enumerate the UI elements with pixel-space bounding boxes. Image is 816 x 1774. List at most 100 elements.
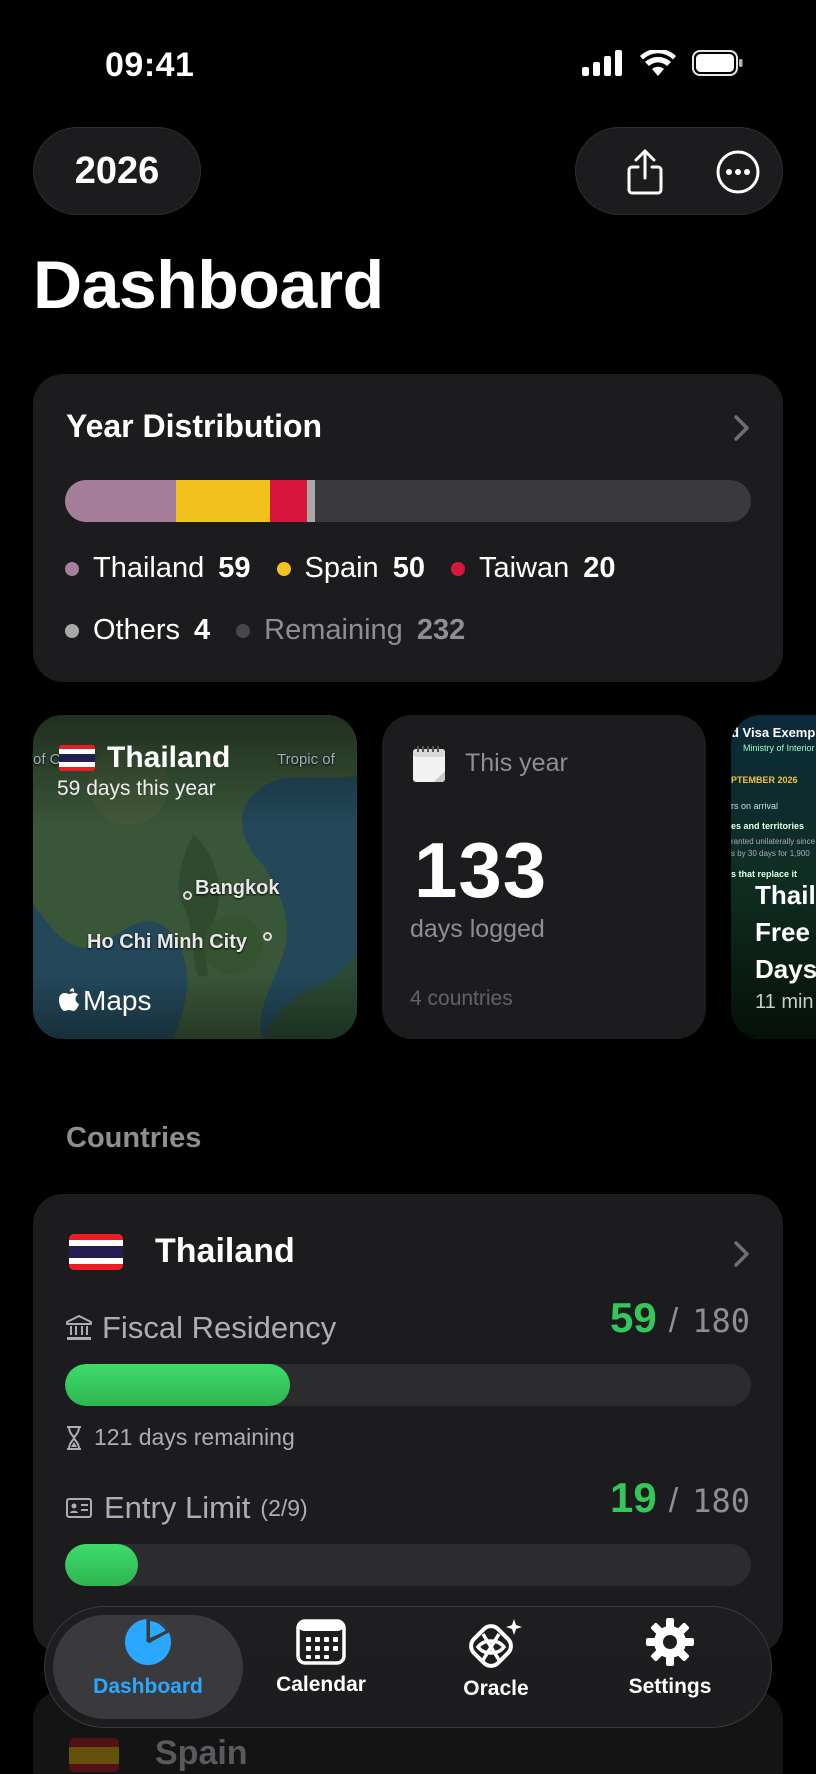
apple-maps-attribution: Maps — [59, 985, 151, 1017]
map-tile-header: Thailand — [59, 741, 230, 775]
country-name: Thailand — [155, 1232, 295, 1270]
map-label-tropic-right: Tropic of — [277, 751, 335, 768]
pie-chart-icon — [125, 1619, 171, 1665]
tab-bar: Dashboard Calendar Oracle Settings — [44, 1606, 772, 1728]
fiscal-limit: 180 — [692, 1302, 750, 1340]
city-marker — [183, 891, 192, 900]
oracle-sparkle-icon — [469, 1619, 522, 1668]
status-time: 09:41 — [105, 46, 195, 84]
legend-item-spain: Spain 50 — [276, 552, 425, 585]
legend-dot — [450, 561, 465, 576]
stat-tile-label: This year — [465, 749, 568, 777]
id-card-icon — [66, 1498, 92, 1518]
status-bar: 09:41 — [0, 0, 816, 130]
country-name: Spain — [155, 1734, 248, 1772]
legend-dot — [236, 623, 251, 638]
thumb-line: es and territories — [731, 821, 805, 831]
tab-oracle[interactable]: Oracle — [411, 1617, 581, 1721]
year-distribution-title: Year Distribution — [66, 408, 323, 444]
entry-limit-label: Entry Limit — [104, 1490, 251, 1525]
distribution-segment-spain — [175, 480, 270, 522]
countries-section-title: Countries — [66, 1122, 202, 1154]
legend-value: 232 — [416, 614, 466, 646]
map-tile-subtitle: 59 days this year — [57, 777, 216, 800]
fiscal-residency-value: 59 / 180 — [610, 1294, 750, 1342]
share-button[interactable] — [600, 128, 690, 216]
legend-dot — [276, 561, 291, 576]
entry-limit-value: 19 / 180 — [610, 1474, 750, 1522]
distribution-legend-row-2: Others 4 Remaining 232 — [65, 614, 491, 647]
tab-calendar[interactable]: Calendar — [236, 1617, 406, 1721]
fiscal-days: 59 — [610, 1294, 657, 1341]
legend-item-others: Others 4 — [65, 614, 210, 647]
days-logged-value: 133 — [414, 826, 548, 914]
thumb-line: s by 30 days for 1,900 — [731, 849, 810, 858]
fiscal-residency-row: Fiscal Residency — [66, 1310, 336, 1346]
tab-label: Settings — [628, 1675, 712, 1698]
headline-line: Thail — [755, 880, 816, 910]
distribution-legend-row-1: Thailand 59 Spain 50 Taiwan 20 — [65, 552, 642, 585]
more-options-button[interactable] — [693, 128, 783, 216]
cellular-signal-icon — [582, 50, 622, 76]
legend-label: Remaining — [264, 614, 403, 646]
maps-brand-label: Maps — [83, 985, 152, 1016]
page-title: Dashboard — [33, 247, 384, 323]
thumb-line: ranted unilaterally since — [731, 837, 816, 846]
tab-label: Oracle — [463, 1677, 529, 1700]
progress-fill — [65, 1544, 138, 1586]
city-marker — [263, 932, 272, 941]
year-selector-button[interactable]: 2026 — [33, 127, 201, 215]
distribution-segment-taiwan — [269, 480, 308, 522]
calendar-icon — [296, 1619, 346, 1665]
distribution-segment-thailand — [65, 480, 176, 522]
chevron-right-icon — [734, 1241, 749, 1267]
headline-line: Free — [755, 917, 810, 947]
current-country-map-tile[interactable]: of Canc Tropic of Thailand 59 days this … — [33, 715, 357, 1039]
distribution-bar — [65, 480, 751, 522]
year-label: 2026 — [74, 149, 160, 192]
article-read-time: 11 min — [755, 991, 814, 1013]
tab-settings[interactable]: Settings — [585, 1617, 755, 1721]
thailand-flag — [69, 1234, 123, 1270]
spain-flag — [69, 1738, 119, 1772]
legend-dot — [65, 561, 79, 576]
legend-label: Others — [93, 614, 181, 646]
legend-value: 50 — [392, 552, 425, 584]
headline-line: Days — [755, 954, 816, 984]
country-card-thailand[interactable]: Thailand Fiscal Residency 59 / 180 121 d… — [33, 1194, 783, 1654]
header-actions — [575, 127, 783, 215]
days-remaining-row: 121 days remaining — [66, 1424, 295, 1451]
battery-icon — [692, 50, 743, 76]
thumb-title: d Visa Exemp — [731, 725, 816, 740]
map-tile-country: Thailand — [107, 741, 231, 774]
thailand-flag — [59, 745, 95, 771]
days-logged-tile[interactable]: This year 133 days logged 4 countries — [382, 715, 706, 1039]
countries-count: 4 countries — [410, 987, 513, 1010]
entry-limit-row: Entry Limit (2/9) — [66, 1490, 308, 1526]
fiscal-residency-label: Fiscal Residency — [102, 1310, 337, 1345]
entry-count: (2/9) — [260, 1494, 308, 1521]
tab-label: Dashboard — [93, 1675, 203, 1698]
share-icon — [627, 149, 663, 195]
legend-item-remaining: Remaining 232 — [236, 614, 465, 647]
tab-dashboard[interactable]: Dashboard — [63, 1617, 233, 1721]
legend-label: Spain — [304, 552, 379, 584]
legend-value: 4 — [194, 614, 211, 646]
thumb-date: PTEMBER 2026 — [731, 775, 798, 785]
chevron-right-icon — [734, 415, 749, 441]
progress-fill — [65, 1364, 290, 1406]
year-distribution-card[interactable]: Year Distribution Thailand 59 Spain 50 T… — [33, 374, 783, 682]
distribution-segment-others — [307, 480, 315, 522]
thumb-subtitle: Ministry of Interior — [743, 743, 815, 753]
days-remaining-text: 121 days remaining — [94, 1424, 295, 1450]
slash-separator: / — [668, 1302, 679, 1340]
visa-article-tile[interactable]: d Visa Exemp Ministry of Interior PTEMBE… — [731, 715, 816, 1039]
entry-days: 19 — [610, 1474, 657, 1521]
more-icon — [716, 150, 760, 194]
calendar-page-icon — [413, 746, 445, 782]
article-headline: Thail Free Days — [755, 877, 816, 988]
thumb-line: rs on arrival — [731, 801, 779, 811]
entry-limit-progress — [65, 1544, 751, 1586]
city-label-hcmc: Ho Chi Minh City — [87, 931, 247, 953]
fiscal-residency-progress — [65, 1364, 751, 1406]
